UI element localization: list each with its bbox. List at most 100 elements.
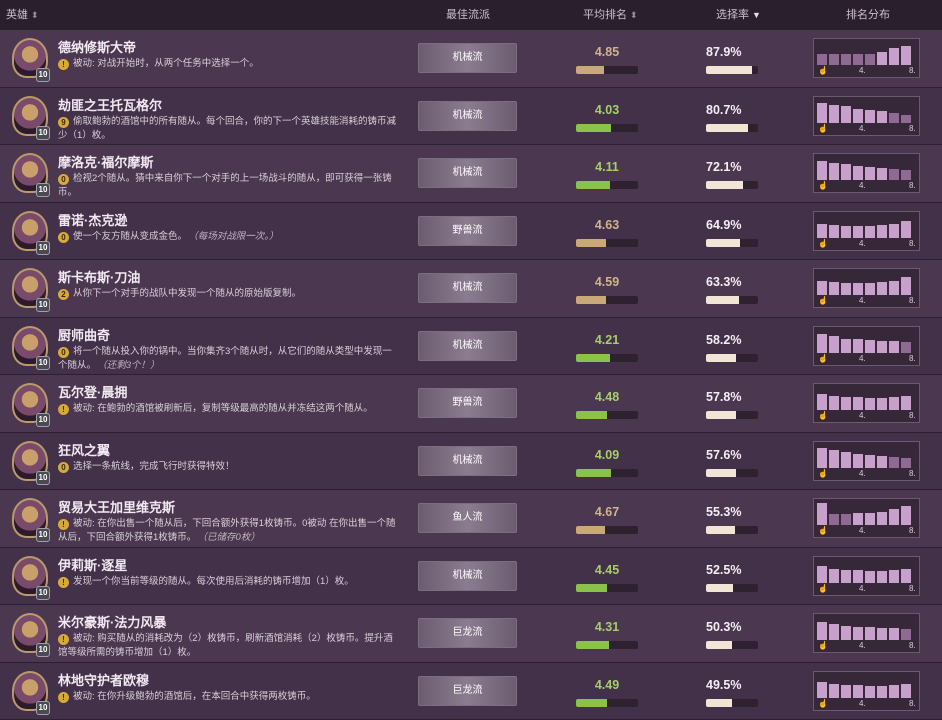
table-row[interactable]: 10贸易大王加里维克斯!被动: 在你出售一个随从后，下回合额外获得1枚铸币。0被… [0,490,942,548]
rank-distribution-chart[interactable]: ☝4.8. [813,326,920,366]
distribution-bar [841,514,851,525]
hero-cell[interactable]: 10劫匪之王托瓦格尔9偷取鲍勃的酒馆中的所有随从。每个回合，你的下一个英雄技能消… [0,88,405,145]
rank-distribution-chart[interactable]: ☝4.8. [813,153,920,193]
build-cell[interactable]: 鱼人流 [418,503,517,533]
build-badge[interactable]: 机械流 [418,561,517,591]
build-badge[interactable]: 机械流 [418,158,517,188]
build-cell[interactable]: 野兽流 [418,216,517,246]
hero-name[interactable]: 瓦尔登·晨拥 [58,382,127,401]
column-header-build-label: 最佳流派 [446,9,490,21]
table-row[interactable]: 10瓦尔登·晨拥!被动: 在鲍勃的酒馆被刷新后，复制等级最高的随从并冻结这两个随… [0,375,942,433]
table-row[interactable]: 10狂风之翼0选择一条航线，完成飞行时获得特效！机械流4.0957.6%☝4.8… [0,433,942,491]
build-badge[interactable]: 机械流 [418,273,517,303]
build-badge[interactable]: 机械流 [418,101,517,131]
hero-name[interactable]: 雷诺·杰克逊 [58,210,127,229]
hero-cell[interactable]: 10瓦尔登·晨拥!被动: 在鲍勃的酒馆被刷新后，复制等级最高的随从并冻结这两个随… [0,375,405,432]
distribution-bar [829,684,839,698]
build-cell[interactable]: 野兽流 [418,388,517,418]
hero-name[interactable]: 厨师曲奇 [58,325,110,344]
rank-distribution-chart[interactable]: ☝4.8. [813,671,920,711]
rank-distribution-chart[interactable]: ☝4.8. [813,383,920,423]
build-badge[interactable]: 机械流 [418,446,517,476]
hero-cell[interactable]: 10摩洛克·福尔摩斯0检视2个随从。猜中来自你下一个对手的上一场战斗的随从，即可… [0,145,405,202]
rank-distribution-chart[interactable]: ☝4.8. [813,556,920,596]
hero-cell[interactable]: 10伊莉斯·逐星!发现一个你当前等级的随从。每次使用后消耗的铸币增加（1）枚。 [0,548,405,605]
thumb-icon: ☝ [818,641,828,650]
hero-name[interactable]: 摩洛克·福尔摩斯 [58,152,153,171]
hero-cell[interactable]: 10德纳修斯大帝!被动: 对战开始时，从两个任务中选择一个。 [0,30,405,87]
pick-rate-bar-fill [706,354,736,362]
hero-cell[interactable]: 10狂风之翼0选择一条航线，完成飞行时获得特效！ [0,433,405,490]
column-header-pick-rate[interactable]: 选择率▼ [716,0,761,30]
hero-name[interactable]: 狂风之翼 [58,440,110,459]
build-badge[interactable]: 野兽流 [418,388,517,418]
table-row[interactable]: 10米尔豪斯·法力风暴!被动: 购买随从的消耗改为（2）枚铸币，刷新酒馆消耗（2… [0,605,942,663]
build-cell[interactable]: 机械流 [418,561,517,591]
build-cell[interactable]: 机械流 [418,101,517,131]
coin-cost-icon: 0 [58,174,69,185]
build-badge[interactable]: 巨龙流 [418,618,517,648]
distribution-bars [817,329,916,353]
table-row[interactable]: 10伊莉斯·逐星!发现一个你当前等级的随从。每次使用后消耗的铸币增加（1）枚。机… [0,548,942,606]
hero-cell[interactable]: 10雷诺·杰克逊0使一个友方随从变成金色。（每场对战限一次。） [0,203,405,260]
coin-cost-icon: 9 [58,117,69,128]
build-cell[interactable]: 机械流 [418,273,517,303]
build-cell[interactable]: 巨龙流 [418,618,517,648]
hero-cell[interactable]: 10厨师曲奇0将一个随从投入你的锅中。当你集齐3个随从时，从它们的随从类型中发现… [0,318,405,375]
hero-name[interactable]: 米尔豪斯·法力风暴 [58,612,166,631]
hero-power-text: 0使一个友方随从变成金色。（每场对战限一次。） [58,230,398,244]
rank-distribution-chart[interactable]: ☝4.8. [813,498,920,538]
build-badge[interactable]: 巨龙流 [418,676,517,706]
rank-distribution-chart[interactable]: ☝4.8. [813,96,920,136]
distribution-label-mid: 4. [859,526,866,535]
build-cell[interactable]: 巨龙流 [418,676,517,706]
hero-power-text: !被动: 在鲍勃的酒馆被刷新后，复制等级最高的随从并冻结这两个随从。 [58,402,398,416]
build-badge[interactable]: 野兽流 [418,216,517,246]
hero-name[interactable]: 斯卡布斯·刀油 [58,267,140,286]
table-row[interactable]: 10厨师曲奇0将一个随从投入你的锅中。当你集齐3个随从时，从它们的随从类型中发现… [0,318,942,376]
hero-name[interactable]: 劫匪之王托瓦格尔 [58,95,162,114]
hero-cell[interactable]: 10米尔豪斯·法力风暴!被动: 购买随从的消耗改为（2）枚铸币，刷新酒馆消耗（2… [0,605,405,662]
build-cell[interactable]: 机械流 [418,331,517,361]
coin-cost-icon: 0 [58,462,69,473]
build-badge[interactable]: 机械流 [418,43,517,73]
table-row[interactable]: 10雷诺·杰克逊0使一个友方随从变成金色。（每场对战限一次。）野兽流4.6364… [0,203,942,261]
rank-distribution-chart[interactable]: ☝4.8. [813,38,920,78]
column-header-hero[interactable]: 英雄⬍ [6,0,39,30]
distribution-bar [877,571,887,583]
build-badge[interactable]: 机械流 [418,331,517,361]
distribution-label-mid: 4. [859,124,866,133]
distribution-bar [829,105,839,123]
build-cell[interactable]: 机械流 [418,43,517,73]
distribution-bar [829,163,839,180]
distribution-bar [853,513,863,525]
avg-rank-bar [576,641,638,649]
pick-rate-cell: 57.6% [706,433,758,490]
table-row[interactable]: 10德纳修斯大帝!被动: 对战开始时，从两个任务中选择一个。机械流4.8587.… [0,30,942,88]
table-row[interactable]: 10林地守护者欧穆!被动: 在你升级鲍勃的酒馆后，在本回合中获得两枚铸币。巨龙流… [0,663,942,720]
sort-icon: ⬍ [31,10,39,20]
build-cell[interactable]: 机械流 [418,446,517,476]
hero-name[interactable]: 贸易大王加里维克斯 [58,497,175,516]
rank-distribution-chart[interactable]: ☝4.8. [813,268,920,308]
hero-table: 10德纳修斯大帝!被动: 对战开始时，从两个任务中选择一个。机械流4.8587.… [0,30,942,720]
build-badge[interactable]: 鱼人流 [418,503,517,533]
column-header-avg-rank[interactable]: 平均排名⬍ [583,0,638,30]
distribution-bar [853,685,863,698]
build-cell[interactable]: 机械流 [418,158,517,188]
hero-name[interactable]: 林地守护者欧穆 [58,670,149,689]
hero-name[interactable]: 伊莉斯·逐星 [58,555,127,574]
hero-cell[interactable]: 10林地守护者欧穆!被动: 在你升级鲍勃的酒馆后，在本回合中获得两枚铸币。 [0,663,405,720]
distribution-bar [841,283,851,295]
hero-power-description: 偷取鲍勃的酒馆中的所有随从。每个回合，你的下一个英雄技能消耗的铸币减少（1）枚。 [58,116,396,141]
table-row[interactable]: 10斯卡布斯·刀油2从你下一个对手的战队中发现一个随从的原始版复制。机械流4.5… [0,260,942,318]
table-row[interactable]: 10劫匪之王托瓦格尔9偷取鲍勃的酒馆中的所有随从。每个回合，你的下一个英雄技能消… [0,88,942,146]
hero-cell[interactable]: 10斯卡布斯·刀油2从你下一个对手的战队中发现一个随从的原始版复制。 [0,260,405,317]
hero-cell[interactable]: 10贸易大王加里维克斯!被动: 在你出售一个随从后，下回合额外获得1枚铸币。0被… [0,490,405,547]
rank-distribution-chart[interactable]: ☝4.8. [813,441,920,481]
hero-name[interactable]: 德纳修斯大帝 [58,37,136,56]
rank-distribution-chart[interactable]: ☝4.8. [813,613,920,653]
table-row[interactable]: 10摩洛克·福尔摩斯0检视2个随从。猜中来自你下一个对手的上一场战斗的随从，即可… [0,145,942,203]
rank-distribution-chart[interactable]: ☝4.8. [813,211,920,251]
avg-rank-bar-fill [576,66,604,74]
